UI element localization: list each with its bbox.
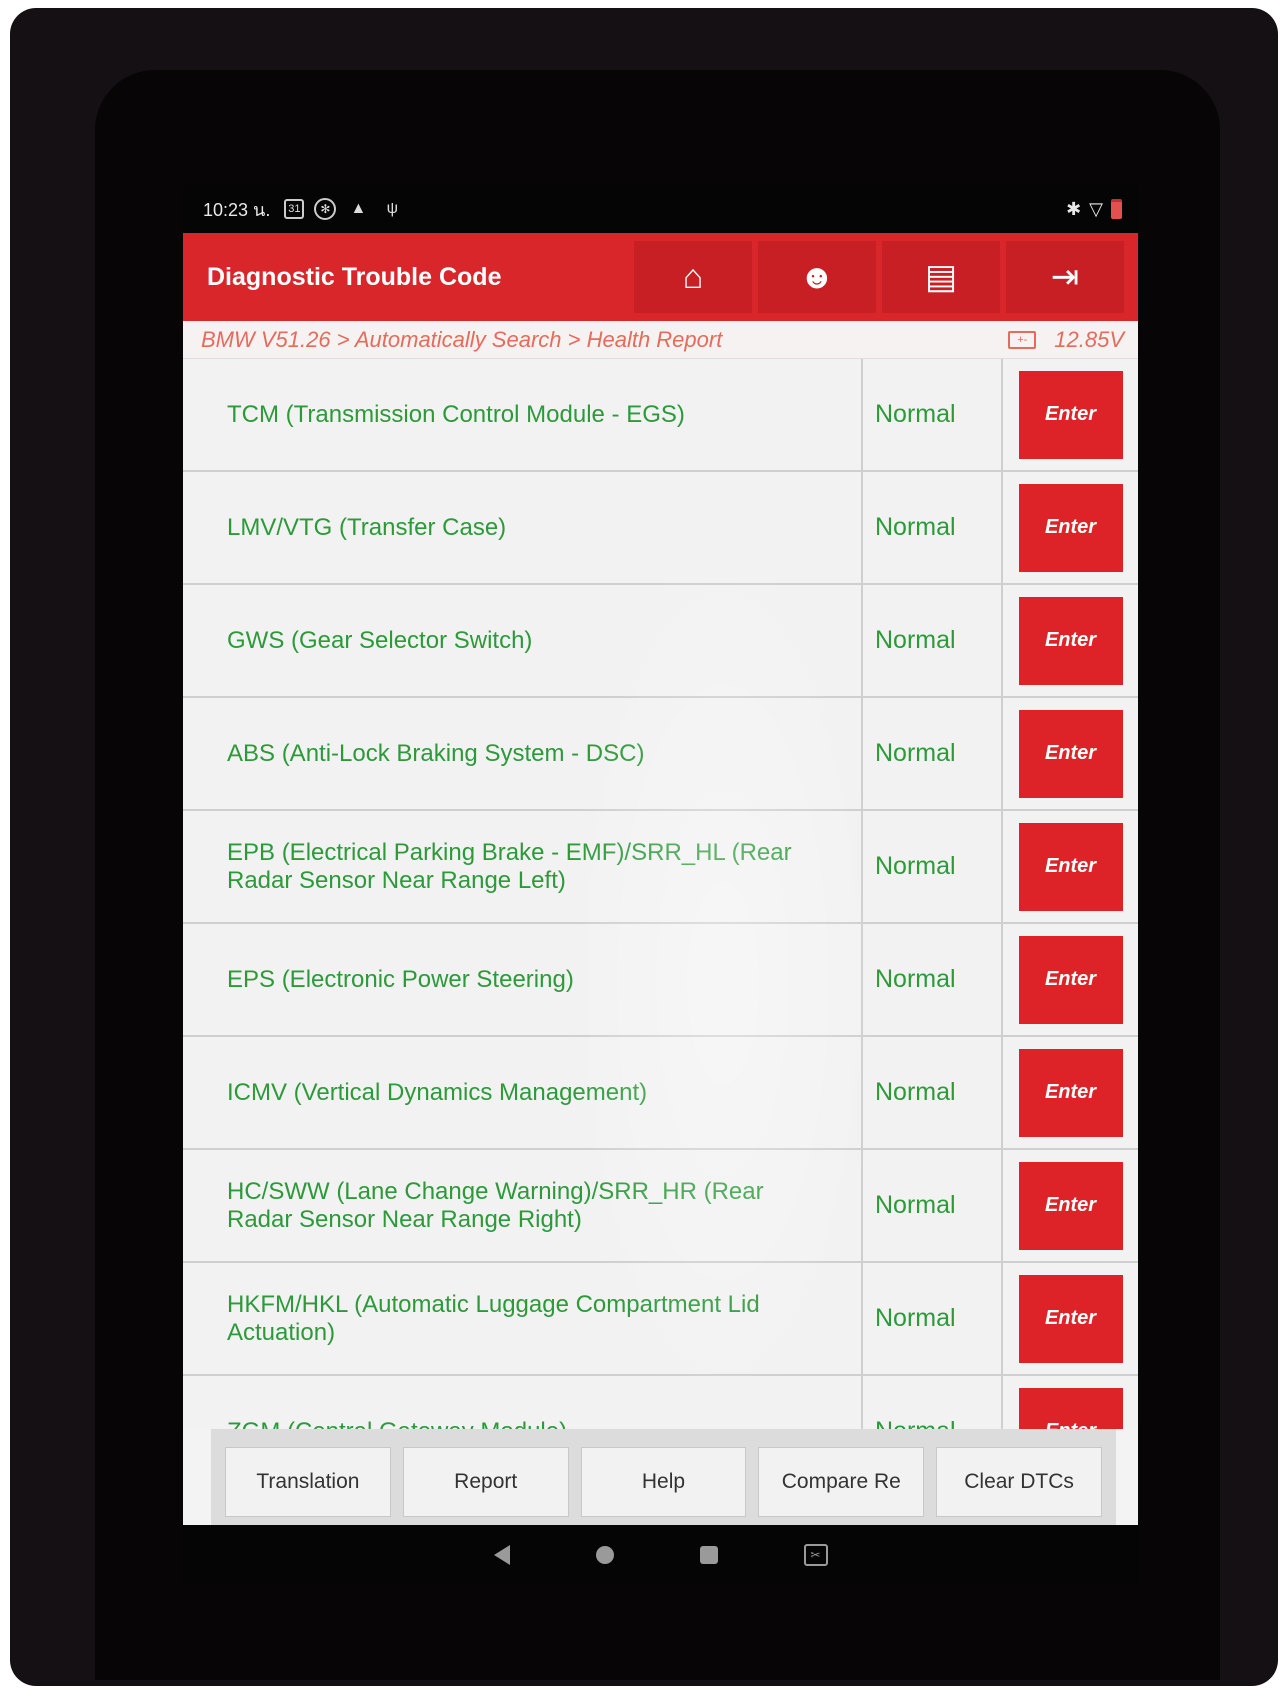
- toolbar: ⌂ ☻ ▤ ⇥: [634, 241, 1124, 313]
- table-row: EPS (Electronic Power Steering) Normal E…: [183, 924, 1138, 1037]
- screenshot-icon[interactable]: ✂: [803, 1544, 828, 1566]
- support-icon: ☻: [799, 257, 835, 296]
- enter-button[interactable]: Enter: [1018, 596, 1123, 685]
- module-status: Normal: [863, 698, 1003, 809]
- report-button[interactable]: Report: [402, 1447, 569, 1517]
- status-bar: 10:23 น. 31 ✻ ▲ ψ ✱ ▽: [183, 185, 1138, 233]
- breadcrumb: BMW V51.26 > Automatically Search > Heal…: [183, 321, 1138, 359]
- table-row: HKFM/HKL (Automatic Luggage Compartment …: [183, 1263, 1138, 1376]
- page-title: Diagnostic Trouble Code: [207, 262, 502, 291]
- module-status: Normal: [863, 1376, 1003, 1429]
- print-button[interactable]: ▤: [882, 241, 1000, 313]
- action-cell: Enter: [1003, 1376, 1138, 1429]
- action-cell: Enter: [1003, 1037, 1138, 1148]
- exit-icon: ⇥: [1050, 258, 1080, 296]
- table-row: ABS (Anti-Lock Braking System - DSC) Nor…: [183, 698, 1138, 811]
- android-nav-bar: ✂: [183, 1525, 1138, 1585]
- bluetooth-icon: ✱: [1066, 198, 1082, 219]
- table-row: GWS (Gear Selector Switch) Normal Enter: [183, 585, 1138, 698]
- breadcrumb-path: BMW V51.26 > Automatically Search > Heal…: [201, 326, 723, 352]
- action-cell: Enter: [1003, 1150, 1138, 1261]
- action-cell: Enter: [1003, 924, 1138, 1035]
- enter-button[interactable]: Enter: [1018, 1274, 1123, 1363]
- table-row: EPB (Electrical Parking Brake - EMF)/SRR…: [183, 811, 1138, 924]
- enter-button[interactable]: Enter: [1018, 822, 1123, 911]
- voltage-readout: +- 12.85V: [1008, 327, 1124, 353]
- title-bar: Diagnostic Trouble Code ⌂ ☻ ▤ ⇥: [183, 233, 1138, 321]
- module-name: EPS (Electronic Power Steering): [183, 924, 863, 1035]
- module-name: TCM (Transmission Control Module - EGS): [183, 359, 863, 470]
- screen: 10:23 น. 31 ✻ ▲ ψ ✱ ▽ Diagnostic Trouble…: [183, 185, 1138, 1585]
- module-status: Normal: [863, 359, 1003, 470]
- clear-dtcs-button[interactable]: Clear DTCs: [936, 1447, 1102, 1517]
- usb-icon: ψ: [386, 200, 399, 217]
- table-row: TCM (Transmission Control Module - EGS) …: [183, 359, 1138, 472]
- module-status: Normal: [863, 1037, 1003, 1148]
- enter-button[interactable]: Enter: [1018, 1161, 1123, 1250]
- battery-voltage-icon: +-: [1008, 330, 1037, 349]
- module-name: GWS (Gear Selector Switch): [183, 585, 863, 696]
- action-cell: Enter: [1003, 472, 1138, 583]
- module-status: Normal: [863, 811, 1003, 922]
- enter-button[interactable]: Enter: [1018, 370, 1123, 459]
- module-status: Normal: [863, 472, 1003, 583]
- module-status: Normal: [863, 1150, 1003, 1261]
- voltage-value: 12.85V: [1054, 326, 1124, 352]
- enter-button[interactable]: Enter: [1018, 709, 1123, 798]
- app-window: Diagnostic Trouble Code ⌂ ☻ ▤ ⇥ BMW V51.…: [183, 233, 1138, 1585]
- status-right: ✱ ▽: [1066, 199, 1122, 220]
- module-name: HC/SWW (Lane Change Warning)/SRR_HR (Rea…: [183, 1150, 863, 1261]
- action-cell: Enter: [1003, 811, 1138, 922]
- enter-button[interactable]: Enter: [1018, 483, 1123, 572]
- module-name: LMV/VTG (Transfer Case): [183, 472, 863, 583]
- home-nav-icon[interactable]: [595, 1546, 614, 1564]
- table-row: ZGM (Central Gateway Module) Normal Ente…: [183, 1376, 1138, 1429]
- action-cell: Enter: [1003, 359, 1138, 470]
- enter-button[interactable]: Enter: [1018, 935, 1123, 1024]
- translation-button[interactable]: Translation: [225, 1447, 391, 1517]
- status-time: 10:23 น.: [203, 199, 271, 220]
- table-row: HC/SWW (Lane Change Warning)/SRR_HR (Rea…: [183, 1150, 1138, 1263]
- settings-icon: ✻: [314, 198, 337, 220]
- action-cell: Enter: [1003, 1263, 1138, 1374]
- enter-button[interactable]: Enter: [1018, 1387, 1123, 1429]
- help-button[interactable]: Help: [580, 1447, 747, 1517]
- module-name: EPB (Electrical Parking Brake - EMF)/SRR…: [183, 811, 863, 922]
- back-icon[interactable]: [493, 1545, 510, 1565]
- compare-report-button[interactable]: Compare Re: [758, 1447, 925, 1517]
- exit-button[interactable]: ⇥: [1006, 241, 1124, 313]
- module-name: ABS (Anti-Lock Braking System - DSC): [183, 698, 863, 809]
- wifi-icon: ▽: [1089, 198, 1103, 219]
- module-name: HKFM/HKL (Automatic Luggage Compartment …: [183, 1263, 863, 1374]
- module-status: Normal: [863, 924, 1003, 1035]
- print-icon: ▤: [924, 258, 958, 296]
- action-cell: Enter: [1003, 585, 1138, 696]
- module-name: ZGM (Central Gateway Module): [183, 1376, 863, 1429]
- bottom-toolbar: Translation Report Help Compare Re Clear…: [211, 1429, 1116, 1525]
- warning-icon: ▲: [350, 200, 367, 217]
- module-status: Normal: [863, 585, 1003, 696]
- action-cell: Enter: [1003, 698, 1138, 809]
- home-button[interactable]: ⌂: [634, 241, 752, 313]
- support-button[interactable]: ☻: [758, 241, 876, 313]
- battery-icon: [1111, 199, 1122, 219]
- table-row: LMV/VTG (Transfer Case) Normal Enter: [183, 472, 1138, 585]
- recent-apps-icon[interactable]: [699, 1546, 718, 1564]
- home-icon: ⌂: [682, 257, 704, 296]
- module-name: ICMV (Vertical Dynamics Management): [183, 1037, 863, 1148]
- enter-button[interactable]: Enter: [1018, 1048, 1123, 1137]
- table-row: ICMV (Vertical Dynamics Management) Norm…: [183, 1037, 1138, 1150]
- module-list[interactable]: TCM (Transmission Control Module - EGS) …: [183, 359, 1138, 1429]
- calendar-icon: 31: [284, 199, 305, 219]
- module-status: Normal: [863, 1263, 1003, 1374]
